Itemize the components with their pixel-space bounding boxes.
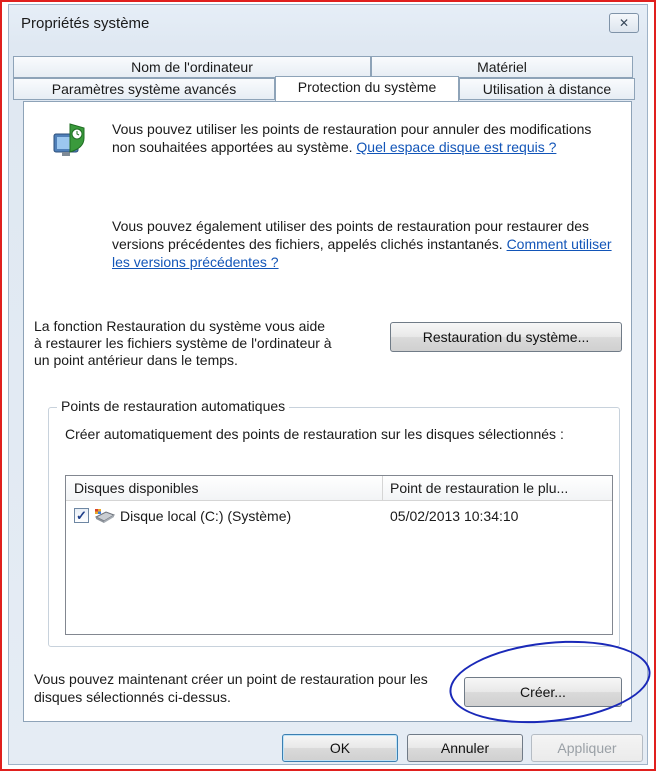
system-restore-description: La fonction Restauration du système vous… (34, 318, 332, 368)
tab-strip: Nom de l'ordinateur Matériel Paramètres … (9, 55, 649, 105)
group-description: Créer automatiquement des points de rest… (65, 426, 564, 442)
checkmark-icon: ✓ (76, 508, 87, 523)
group-label: Points de restauration automatiques (57, 398, 290, 414)
window-title: Propriétés système (21, 15, 150, 32)
disk-checkbox[interactable]: ✓ (74, 508, 89, 523)
disk-space-link[interactable]: Quel espace disque est requis ? (356, 139, 556, 155)
tab-hardware[interactable]: Matériel (371, 56, 633, 78)
available-disks-list[interactable]: Disques disponibles Point de restauratio… (65, 475, 613, 635)
apply-button[interactable]: Appliquer (531, 734, 643, 762)
create-button[interactable]: Créer... (464, 677, 622, 707)
auto-restore-points-group: Points de restauration automatiques Crée… (48, 398, 620, 647)
cancel-button[interactable]: Annuler (407, 734, 523, 762)
tab-remote[interactable]: Utilisation à distance (459, 78, 635, 100)
system-restore-shield-icon (53, 123, 85, 156)
column-separator[interactable] (382, 476, 383, 500)
tab-computer-name[interactable]: Nom de l'ordinateur (13, 56, 371, 78)
column-restore-point[interactable]: Point de restauration le plu... (390, 480, 568, 496)
restore-points-intro: Vous pouvez utiliser les points de resta… (112, 120, 602, 156)
close-button[interactable]: ✕ (609, 13, 639, 33)
create-restore-point-description: Vous pouvez maintenant créer un point de… (34, 671, 428, 705)
disk-name: Disque local (C:) (Système) (120, 508, 292, 524)
disk-restore-date: 05/02/2013 10:34:10 (390, 508, 519, 524)
tab-system-protection[interactable]: Protection du système (275, 76, 459, 101)
column-disks[interactable]: Disques disponibles (74, 480, 199, 496)
system-protection-panel: Vous pouvez utiliser les points de resta… (23, 101, 655, 733)
previous-versions-info: Vous pouvez également utiliser des point… (112, 217, 627, 271)
list-item[interactable]: ✓ Disque local (C:) (Système) 05/02/2013… (66, 506, 612, 528)
tab-advanced[interactable]: Paramètres système avancés (13, 78, 275, 100)
system-properties-dialog: Propriétés système ✕ Nom de l'ordinateur… (8, 4, 655, 765)
list-header: Disques disponibles Point de restauratio… (66, 476, 612, 501)
hard-drive-icon (94, 509, 116, 523)
ok-button[interactable]: OK (282, 734, 398, 762)
title-bar: Propriétés système ✕ (9, 5, 647, 43)
close-icon: ✕ (618, 16, 630, 30)
system-restore-button[interactable]: Restauration du système... (390, 322, 622, 352)
